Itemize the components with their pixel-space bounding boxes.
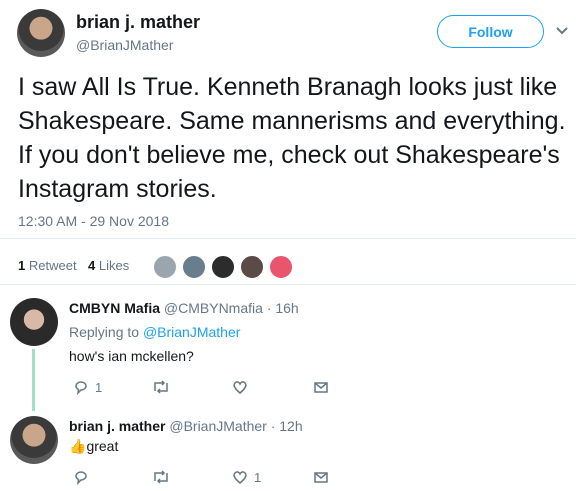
message-button[interactable] xyxy=(313,469,329,485)
reply-button[interactable] xyxy=(73,469,95,485)
author-handle[interactable]: @BrianJMather xyxy=(76,37,173,53)
tweet-text: I saw All Is True. Kenneth Branagh looks… xyxy=(18,73,566,203)
reply-text-row: 👍great xyxy=(69,438,118,455)
author-avatar[interactable] xyxy=(17,9,65,57)
likes-count: 4 xyxy=(88,258,96,273)
reply-author-name[interactable]: brian j. mather xyxy=(69,418,165,434)
reply-icon xyxy=(75,381,87,395)
envelope-icon xyxy=(314,472,328,483)
reply-time[interactable]: · 16h xyxy=(267,300,299,316)
thread-line xyxy=(32,349,35,411)
follow-button[interactable]: Follow xyxy=(437,15,544,48)
replying-to: Replying to @BrianJMather xyxy=(69,324,240,340)
retweets-stat[interactable]: 1 Retweet xyxy=(18,258,77,273)
reply-time[interactable]: · 12h xyxy=(271,418,303,434)
liker-avatar[interactable] xyxy=(210,254,236,280)
tweet-timestamp[interactable]: 12:30 AM - 29 Nov 2018 xyxy=(18,213,169,229)
like-button[interactable] xyxy=(232,379,248,395)
reply-avatar[interactable] xyxy=(10,416,58,464)
heart-icon xyxy=(233,471,247,484)
author-name[interactable]: brian j. mather xyxy=(76,12,200,33)
liker-avatar[interactable] xyxy=(268,254,294,280)
reply-icon xyxy=(75,471,87,485)
divider xyxy=(0,238,576,239)
retweet-icon xyxy=(154,380,168,394)
reply-author-handle[interactable]: @CMBYNmafia xyxy=(164,300,263,316)
retweet-icon xyxy=(154,470,168,484)
reply-text: how's ian mckellen? xyxy=(69,348,194,364)
reply-count: 1 xyxy=(95,379,103,395)
thumbs-up-emoji: 👍 xyxy=(69,438,87,454)
replying-to-handle[interactable]: @BrianJMather xyxy=(143,324,240,340)
like-button[interactable]: 1 xyxy=(232,469,261,485)
reply-text: great xyxy=(86,438,119,454)
message-button[interactable] xyxy=(313,379,329,395)
reply-avatar[interactable] xyxy=(10,298,58,346)
reply-author-handle[interactable]: @BrianJMather xyxy=(169,418,266,434)
replying-to-label: Replying to xyxy=(69,324,140,340)
retweet-button[interactable] xyxy=(151,379,171,395)
liker-avatar[interactable] xyxy=(239,254,265,280)
liker-avatar[interactable] xyxy=(181,254,207,280)
chevron-down-icon[interactable] xyxy=(555,24,569,38)
reply-author-name[interactable]: CMBYN Mafia xyxy=(69,300,160,316)
like-count: 1 xyxy=(254,469,262,485)
reply-button[interactable]: 1 xyxy=(73,379,102,395)
likes-label: Likes xyxy=(98,258,130,273)
likes-stat[interactable]: 4 Likes xyxy=(88,258,129,273)
reply-header[interactable]: CMBYN Mafia @CMBYNmafia · 16h xyxy=(69,300,299,316)
heart-icon xyxy=(233,381,247,394)
retweets-label: Retweet xyxy=(28,258,77,273)
divider xyxy=(0,284,576,285)
reply-header[interactable]: brian j. mather @BrianJMather · 12h xyxy=(69,418,303,434)
liker-avatar[interactable] xyxy=(152,254,178,280)
envelope-icon xyxy=(314,382,328,393)
retweets-count: 1 xyxy=(18,258,26,273)
retweet-button[interactable] xyxy=(151,469,171,485)
